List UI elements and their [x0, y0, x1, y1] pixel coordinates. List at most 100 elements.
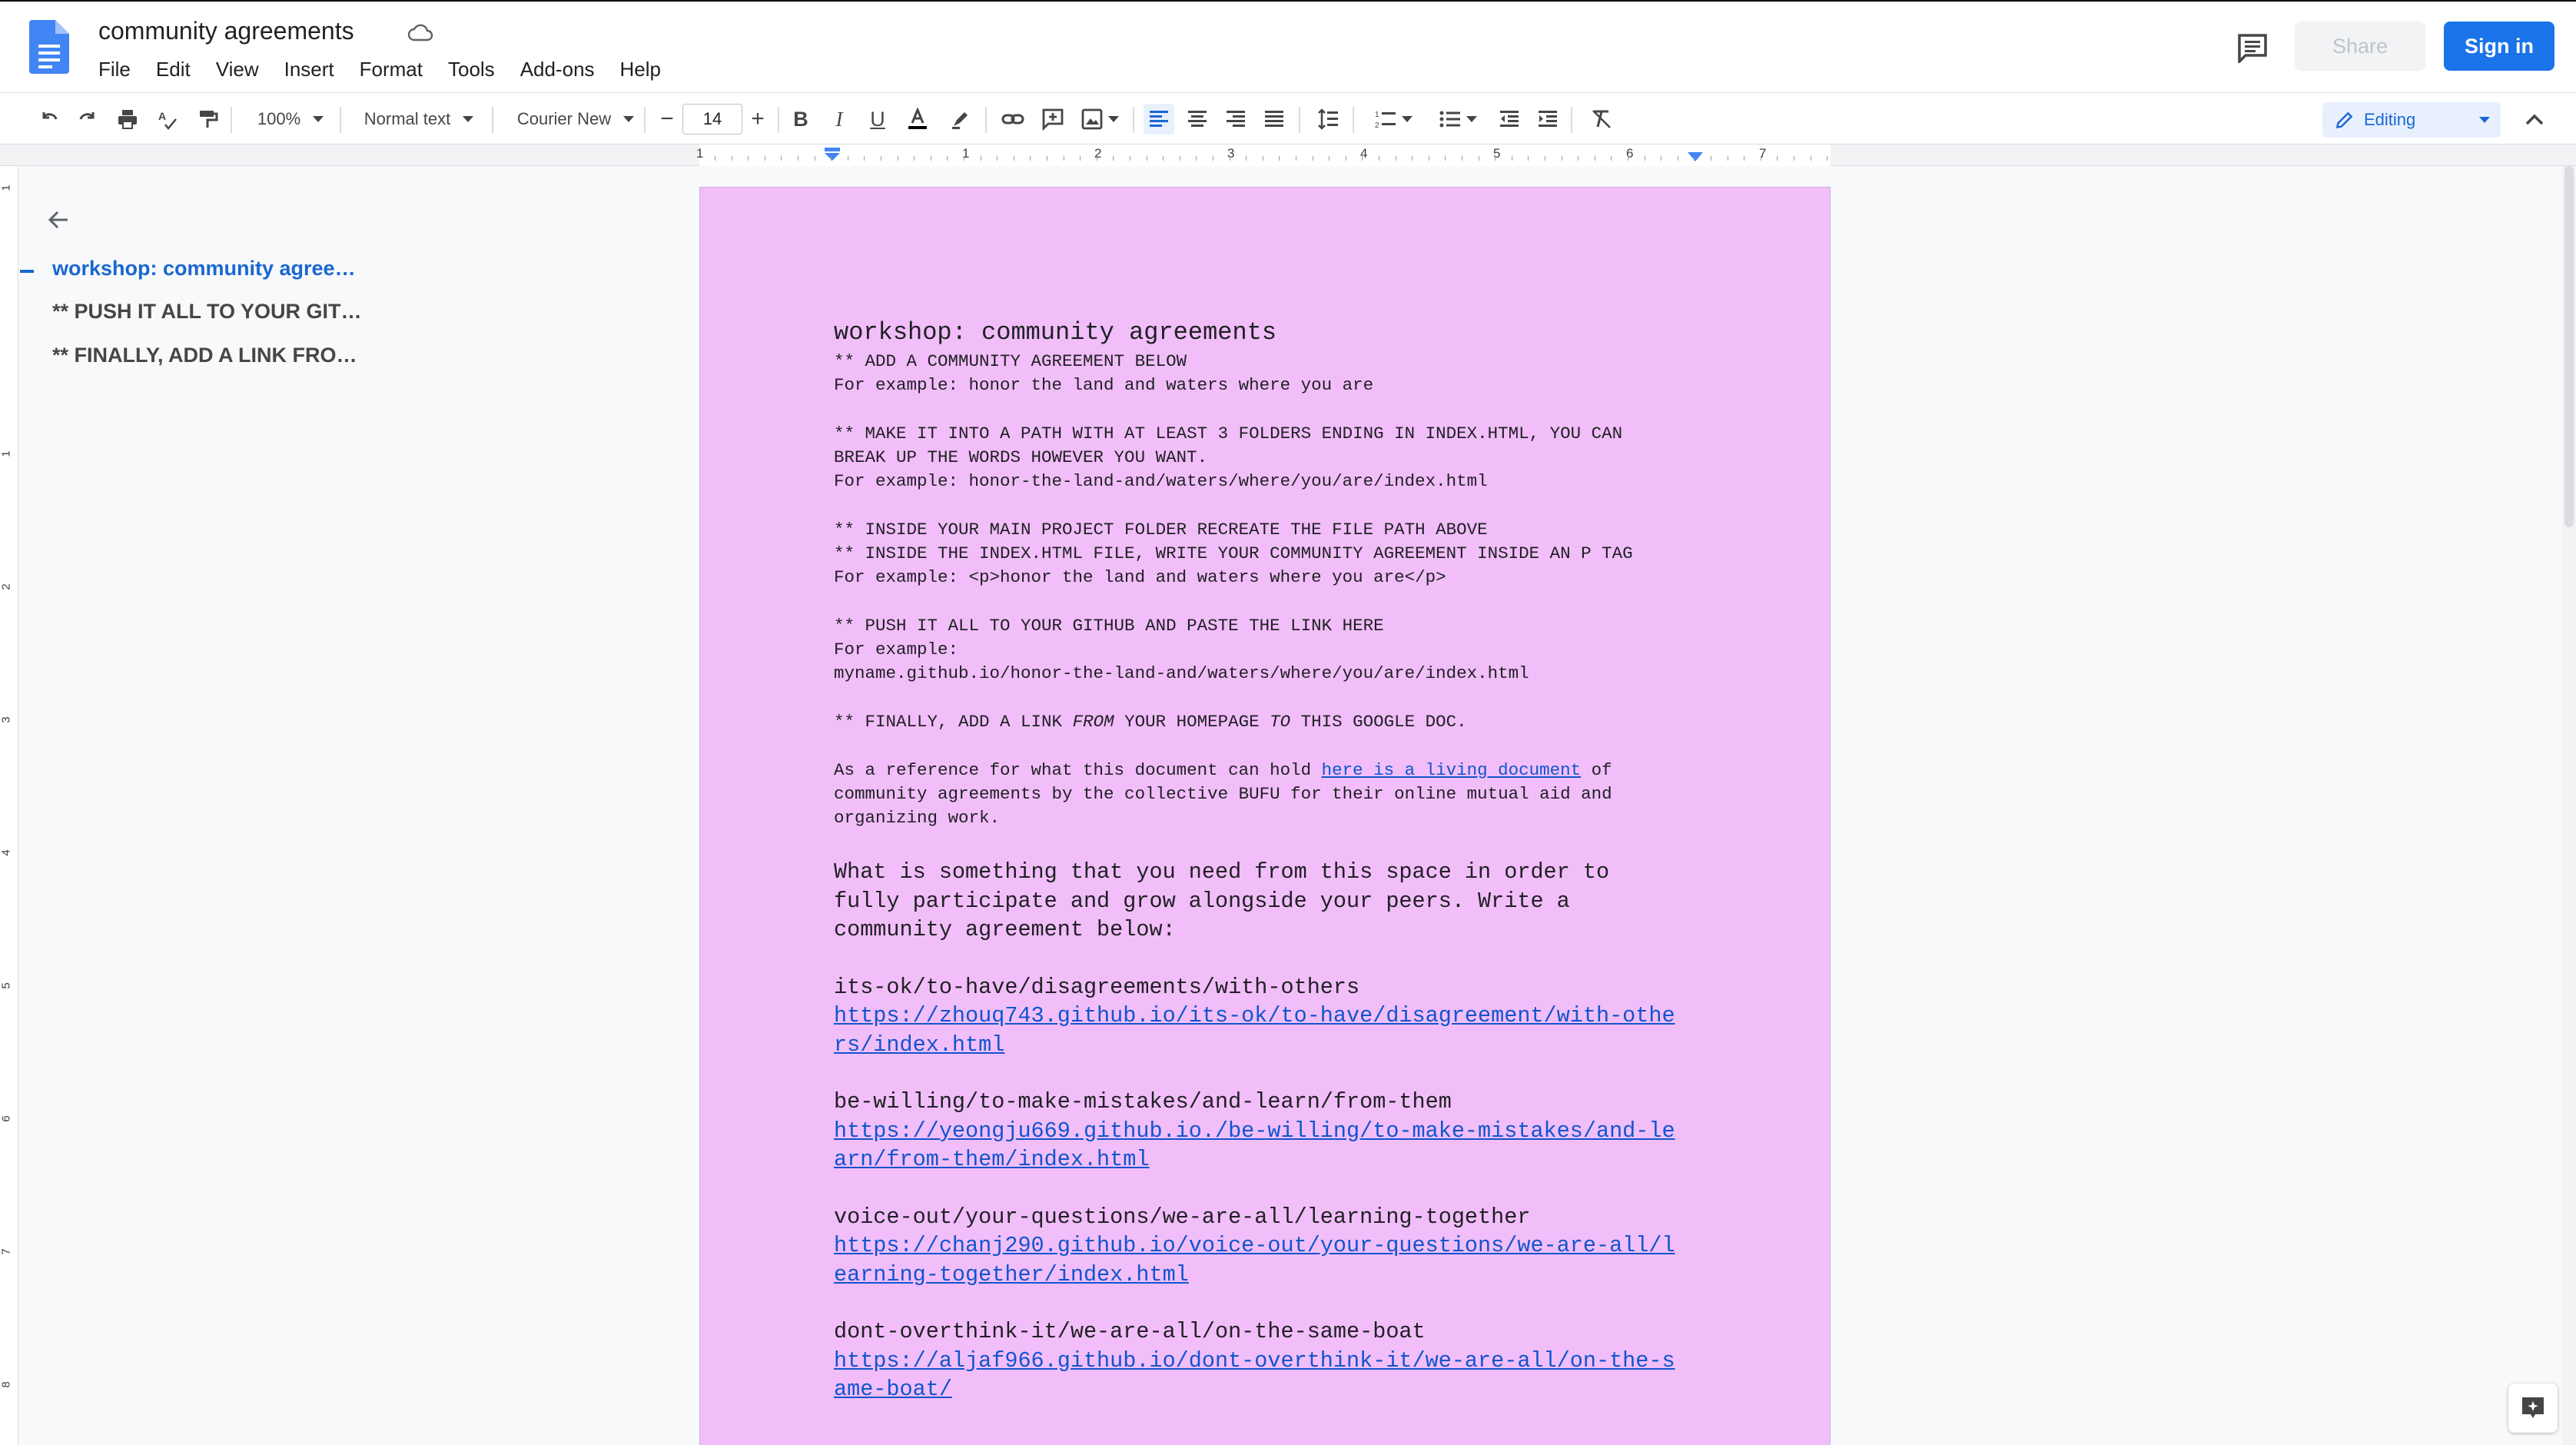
- ruler-tick: [1694, 156, 1695, 161]
- paragraph-line: ** ADD A COMMUNITY AGREEMENT BELOW: [834, 351, 1187, 371]
- chevron-up-icon[interactable]: [2519, 107, 2550, 133]
- font-select[interactable]: Courier New: [510, 104, 641, 135]
- outline-item-push[interactable]: ** PUSH IT ALL TO YOUR GIT…: [52, 300, 362, 324]
- question-line: What is something that you need from thi…: [834, 859, 1610, 885]
- print-icon[interactable]: [112, 104, 143, 135]
- justify-icon[interactable]: [1259, 104, 1290, 135]
- underline-button[interactable]: U: [862, 104, 893, 135]
- font-size-input[interactable]: 14: [682, 104, 742, 135]
- sign-in-button[interactable]: Sign in: [2444, 22, 2554, 71]
- cloud-saved-icon[interactable]: [407, 22, 433, 45]
- question-line: community agreement below:: [834, 917, 1176, 942]
- vertical-ruler[interactable]: 1 1 2 3 4 5 6 7 8: [0, 166, 18, 1445]
- italic-text: FROM: [1072, 712, 1114, 732]
- menu-file[interactable]: File: [98, 57, 144, 81]
- add-comment-icon[interactable]: [1037, 104, 1068, 135]
- document-page[interactable]: workshop: community agreements ** ADD A …: [699, 187, 1831, 1445]
- decrease-indent-icon[interactable]: [1494, 104, 1525, 135]
- agreement-link[interactable]: https://yeongju669.github.io./be-willing…: [834, 1117, 1695, 1146]
- text-run: As a reference for what this document ca…: [834, 760, 1322, 780]
- chevron-down-icon: [313, 116, 324, 122]
- paragraph-line: organizing work.: [834, 808, 1001, 828]
- menu-addons[interactable]: Add-ons: [520, 57, 608, 81]
- ruler-tick: [1362, 156, 1363, 161]
- toolbar-divider: [492, 107, 493, 133]
- ruler-text-area: [832, 144, 1697, 166]
- document-body[interactable]: workshop: community agreements ** ADD A …: [834, 319, 1695, 1404]
- spellcheck-icon[interactable]: A: [152, 104, 183, 135]
- line-spacing-icon[interactable]: [1313, 104, 1343, 135]
- zoom-value: 100%: [257, 109, 301, 128]
- toolbar-divider: [1299, 107, 1300, 133]
- paragraph-line: myname.github.io/honor-the-land-and/wate…: [834, 663, 1529, 683]
- outline-item-workshop[interactable]: workshop: community agree…: [52, 257, 356, 281]
- insert-link-icon[interactable]: [998, 104, 1028, 135]
- ruler-tick: [748, 156, 749, 161]
- align-left-icon[interactable]: [1144, 104, 1174, 135]
- svg-text:A: A: [158, 110, 166, 122]
- ruler-tick: [1611, 156, 1612, 161]
- insert-image-icon[interactable]: [1076, 104, 1124, 135]
- italic-text: TO: [1270, 712, 1291, 732]
- chevron-down-icon: [1466, 116, 1477, 122]
- ruler-tick: [1163, 156, 1164, 161]
- share-button[interactable]: Share: [2295, 22, 2425, 71]
- agreement-link[interactable]: arn/from-them/index.html: [834, 1145, 1149, 1174]
- outline-item-finally[interactable]: ** FINALLY, ADD A LINK FRO…: [52, 344, 357, 367]
- toolbar-divider: [985, 107, 987, 133]
- increase-indent-icon[interactable]: [1532, 104, 1563, 135]
- undo-icon[interactable]: [34, 104, 65, 135]
- ruler-number: 4: [0, 849, 13, 856]
- horizontal-ruler[interactable]: 1 1 2 3 4 5 6 7: [0, 144, 2576, 166]
- ruler-tick: [1777, 156, 1778, 161]
- paragraph-line: For example:: [834, 639, 959, 659]
- menu-edit[interactable]: Edit: [156, 57, 204, 81]
- bulleted-list-icon[interactable]: [1431, 104, 1485, 135]
- agreement-path: voice-out/your-questions/we-are-all/lear…: [834, 1204, 1531, 1230]
- agreement-link[interactable]: https://zhouq743.github.io/its-ok/to-hav…: [834, 1002, 1695, 1031]
- scrollbar-thumb[interactable]: [2564, 166, 2574, 527]
- chevron-down-icon: [1402, 116, 1412, 122]
- ruler-number: 2: [1094, 146, 1102, 161]
- menu-view[interactable]: View: [216, 57, 272, 81]
- ruler-tick: [1279, 156, 1280, 161]
- toolbar-divider: [1133, 107, 1134, 133]
- ruler-number: 8: [0, 1381, 13, 1388]
- menu-help[interactable]: Help: [620, 57, 674, 81]
- align-right-icon[interactable]: [1220, 104, 1251, 135]
- explore-button[interactable]: [2508, 1384, 2558, 1433]
- menu-tools[interactable]: Tools: [448, 57, 508, 81]
- redo-icon[interactable]: [72, 104, 103, 135]
- back-arrow-icon[interactable]: [43, 204, 74, 235]
- google-docs-logo-icon[interactable]: [29, 20, 69, 74]
- text-color-icon[interactable]: [901, 104, 934, 135]
- document-title[interactable]: community agreements: [98, 17, 354, 45]
- decrease-font-size-button[interactable]: −: [652, 104, 682, 135]
- clear-formatting-icon[interactable]: [1586, 104, 1617, 135]
- agreement-link[interactable]: https://chanj290.github.io/voice-out/you…: [834, 1231, 1695, 1261]
- highlight-color-icon[interactable]: [945, 104, 976, 135]
- numbered-list-icon[interactable]: 12: [1366, 104, 1420, 135]
- bold-button[interactable]: B: [785, 104, 816, 135]
- comments-icon[interactable]: [2236, 32, 2269, 63]
- paragraph-style-select[interactable]: Normal text: [355, 104, 483, 135]
- left-indent-marker-icon[interactable]: [822, 148, 842, 161]
- right-indent-marker-icon[interactable]: [1686, 151, 1705, 163]
- menu-insert[interactable]: Insert: [284, 57, 347, 81]
- living-document-link[interactable]: here is a living document: [1322, 760, 1582, 780]
- ruler-tick: [947, 156, 948, 161]
- zoom-select[interactable]: 100%: [247, 104, 334, 135]
- agreement-link[interactable]: ame-boat/: [834, 1375, 952, 1404]
- paragraph-line: For example: honor the land and waters w…: [834, 375, 1374, 395]
- menu-format[interactable]: Format: [360, 57, 436, 81]
- editing-mode-select[interactable]: Editing: [2322, 102, 2501, 138]
- italic-button[interactable]: I: [824, 104, 855, 135]
- agreement-link[interactable]: earning-together/index.html: [834, 1261, 1189, 1290]
- increase-font-size-button[interactable]: +: [742, 104, 773, 135]
- agreement-link[interactable]: https://aljaf966.github.io/dont-overthin…: [834, 1347, 1695, 1376]
- agreement-link[interactable]: rs/index.html: [834, 1031, 1004, 1060]
- paint-format-icon[interactable]: [192, 104, 223, 135]
- text-run: of: [1581, 760, 1612, 780]
- align-center-icon[interactable]: [1182, 104, 1213, 135]
- paragraph-line: As a reference for what this document ca…: [834, 759, 1695, 782]
